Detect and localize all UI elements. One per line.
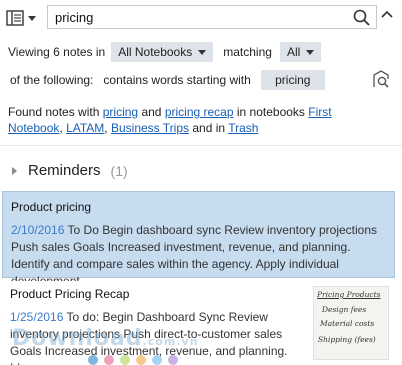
reminders-count: (1): [110, 162, 128, 179]
and-text: and: [141, 105, 162, 119]
match-mode-label: All: [286, 45, 301, 59]
watermark-dot: [120, 355, 130, 365]
thumbnail-line: Design fees: [322, 305, 367, 314]
list-view-icon: [6, 10, 24, 26]
separator: ,: [104, 121, 108, 135]
thumbnail-line: Material costs: [320, 319, 375, 328]
note-date: 1/25/2016: [10, 310, 64, 324]
note-title: Product Pricing Recap: [10, 287, 130, 301]
and-in-text: and in: [192, 121, 226, 135]
divider: [0, 145, 402, 146]
in-notebooks-text: in notebooks: [236, 105, 305, 119]
note-snippet: To Do Begin dashboard sync Review invent…: [11, 223, 378, 288]
chevron-down-icon: [198, 49, 207, 55]
search-term-link[interactable]: pricing recap: [165, 105, 234, 119]
search-results-summary: Found notes with pricing and pricing rec…: [8, 104, 388, 136]
note-snippet-container: 2/10/2016 To Do Begin dashboard sync Rev…: [11, 222, 386, 290]
search-filter-row: Viewing 6 notes in All Notebooks matchin…: [8, 41, 322, 63]
watermark-dot: [88, 355, 98, 365]
found-prefix-text: Found notes with: [8, 105, 100, 119]
search-input[interactable]: [48, 6, 338, 28]
notebook-dropdown[interactable]: All Notebooks: [111, 42, 214, 62]
watermark-logo: Download.com.vn: [12, 326, 199, 351]
note-date: 2/10/2016: [11, 223, 65, 237]
notebook-link-business-trips[interactable]: Business Trips: [111, 121, 189, 135]
match-mode-dropdown[interactable]: All: [279, 42, 322, 62]
watermark-dot: [104, 355, 114, 365]
watermark-suffix: .com.vn: [142, 335, 199, 348]
note-list-item[interactable]: Product pricing 2/10/2016 To Do Begin da…: [2, 191, 395, 288]
save-search-icon[interactable]: [371, 69, 391, 89]
search-icon[interactable]: [353, 9, 370, 26]
separator: ,: [59, 121, 63, 135]
chevron-down-icon: [28, 15, 36, 21]
search-term-link[interactable]: pricing: [103, 105, 138, 119]
watermark-dot: [168, 355, 178, 365]
search-field: [47, 5, 377, 29]
notebook-link-latam[interactable]: LATAM: [66, 121, 104, 135]
notebook-dropdown-label: All Notebooks: [118, 45, 193, 59]
reminders-section-toggle[interactable]: Reminders (1): [12, 162, 128, 179]
watermark-dot: [152, 355, 162, 365]
note-title: Product pricing: [11, 200, 92, 214]
condition-text[interactable]: contains words starting with: [103, 73, 250, 87]
view-options-button[interactable]: [6, 8, 42, 28]
notebook-link-trash[interactable]: Trash: [228, 121, 258, 135]
expand-arrow-icon: [12, 166, 17, 175]
watermark-dot: [136, 355, 146, 365]
collapse-up-icon[interactable]: [381, 9, 393, 19]
search-condition-row: of the following: contains words startin…: [10, 69, 325, 91]
chevron-down-icon: [306, 49, 315, 55]
of-following-text: of the following:: [10, 73, 94, 87]
note-list-item[interactable]: Product Pricing Recap 1/25/2016 To do: B…: [2, 281, 395, 365]
search-term-chip[interactable]: pricing: [260, 70, 325, 90]
watermark-dots: [88, 355, 178, 365]
thumbnail-line: Shipping (fees): [318, 335, 376, 344]
note-thumbnail: Pricing Products Design fees Material co…: [313, 286, 389, 360]
thumbnail-line: Pricing Products: [317, 290, 381, 299]
watermark-text: Download: [12, 326, 143, 351]
reminders-label: Reminders: [28, 162, 101, 179]
search-bar: [0, 0, 402, 36]
matching-text: matching: [223, 45, 272, 59]
viewing-text: Viewing 6 notes in: [8, 45, 106, 59]
